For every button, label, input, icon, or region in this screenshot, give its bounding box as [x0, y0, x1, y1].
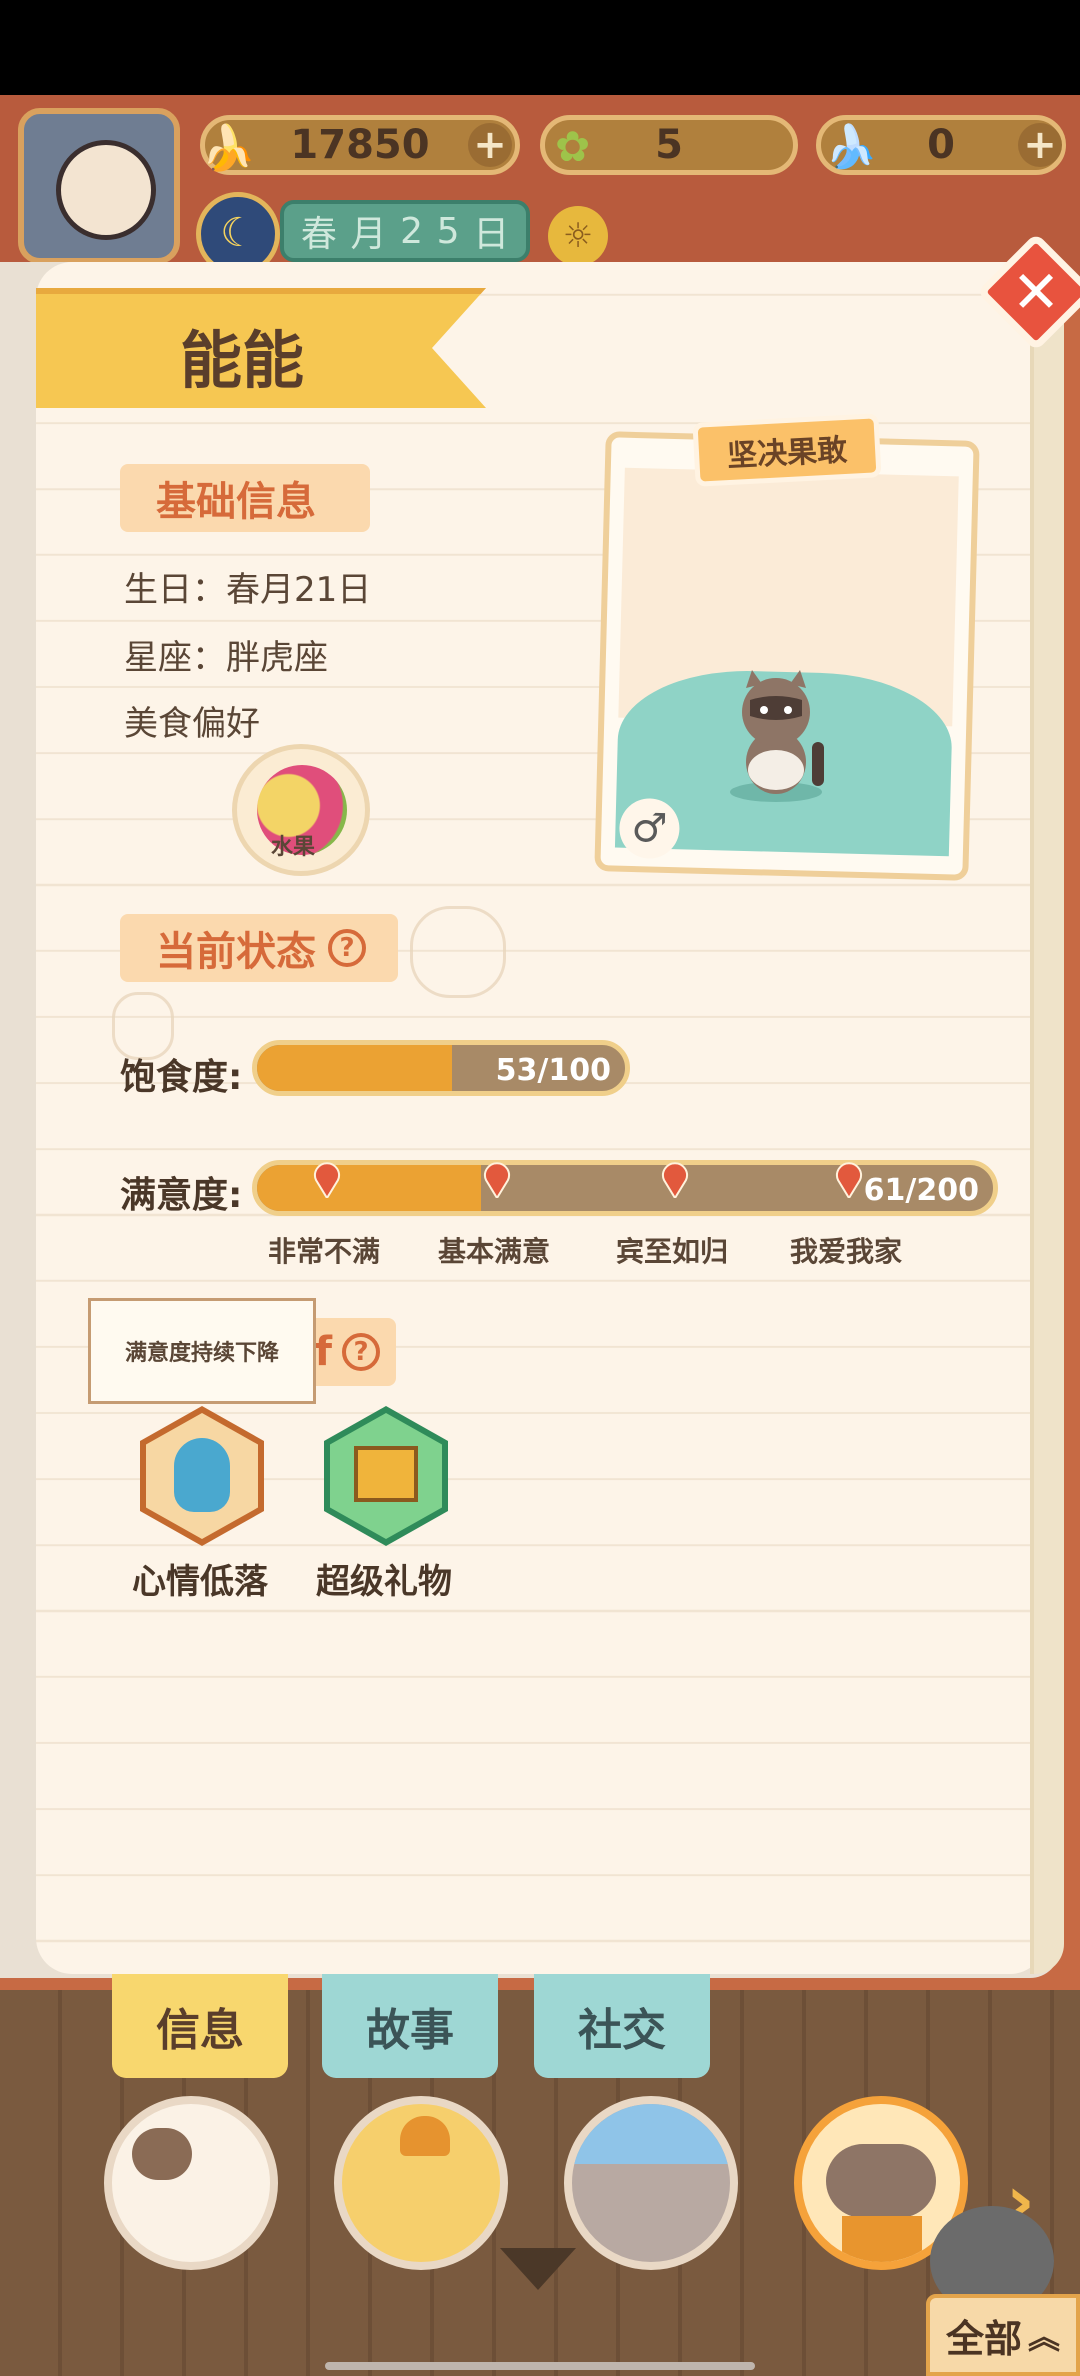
milestone-label: 我爱我家 — [790, 1235, 903, 1268]
double-chevron-up-icon: ︽ — [1028, 2318, 1061, 2356]
clover-icon: ✿ — [555, 122, 591, 171]
tab-story[interactable]: 故事 — [322, 1974, 498, 2078]
raccoon-character-icon — [730, 670, 824, 802]
date-season: 春 — [300, 214, 337, 255]
buff-label-super-gift: 超级礼物 — [316, 1562, 452, 1602]
tab-social[interactable]: 社交 — [534, 1974, 710, 2078]
bunny-icon — [132, 2128, 192, 2180]
character-card: ♂ — [594, 431, 980, 881]
food-pref-label: 美食偏好 — [124, 704, 260, 744]
all-filter-label: 全部 — [945, 2316, 1022, 2361]
character-slot-bug[interactable] — [564, 2096, 738, 2270]
satiety-fill — [257, 1045, 453, 1091]
weather-sun-icon: ☼ — [548, 206, 608, 266]
personality-tag: 坚决果敢 — [692, 413, 882, 487]
milestone-pin-icon — [662, 1162, 688, 1198]
milestone-label: 基本满意 — [438, 1235, 551, 1268]
status-header: 当前状态 ? — [120, 914, 398, 982]
date-digit-1: 2 — [400, 210, 423, 252]
clover-count: 5 — [655, 122, 683, 168]
buff-tooltip: 满意度持续下降 — [88, 1298, 316, 1404]
basic-info-title: 基础信息 — [156, 479, 316, 525]
home-indicator[interactable] — [325, 2362, 755, 2370]
date-day: 日 — [473, 214, 510, 255]
date-digit-2: 5 — [436, 210, 460, 252]
dog-hat-icon — [400, 2116, 450, 2156]
satiety-bar: 53/100 — [252, 1040, 630, 1096]
satiety-label: 饱食度: — [120, 1057, 243, 1098]
tab-info[interactable]: 信息 — [112, 1974, 288, 2078]
raccoon-shirt-icon — [842, 2216, 922, 2262]
character-slot-bunny[interactable] — [104, 2096, 278, 2270]
birthday-text: 生日：春月21日 — [124, 570, 372, 610]
raccoon-icon — [826, 2144, 936, 2218]
food-label: 水果 — [271, 835, 316, 860]
buff-help-icon[interactable]: ? — [342, 1333, 380, 1371]
board-edge — [1030, 262, 1064, 1974]
milestone-pin-icon — [314, 1162, 340, 1198]
add-banana-button[interactable]: + — [468, 123, 512, 167]
food-badge[interactable]: 水果 — [232, 744, 370, 876]
add-blue-banana-button[interactable]: + — [1018, 123, 1062, 167]
blue-banana-icon: 🍌 — [825, 122, 878, 171]
milestone-label: 非常不满 — [268, 1235, 381, 1268]
tab-story-label: 故事 — [366, 2005, 454, 2056]
satisfaction-fill — [257, 1165, 482, 1211]
gift-icon — [354, 1446, 418, 1502]
decor-animal-icon — [410, 906, 506, 998]
character-name: 能能 — [180, 324, 305, 397]
game-date: 春 月 2 5 日 — [280, 200, 530, 262]
status-help-icon[interactable]: ? — [328, 929, 366, 967]
bug-bg-icon — [572, 2104, 730, 2164]
satiety-value: 53/100 — [495, 1053, 611, 1088]
milestone-label: 宾至如归 — [616, 1235, 729, 1268]
system-status-bar — [0, 0, 1080, 95]
banana-icon: 🍌 — [201, 123, 256, 174]
tab-info-label: 信息 — [156, 2005, 244, 2056]
character-slot-dog[interactable] — [334, 2096, 508, 2270]
blue-banana-count: 0 — [927, 122, 955, 168]
status-title: 当前状态 — [156, 929, 316, 975]
satisfaction-bar: 61/200 — [252, 1160, 998, 1216]
sad-face-icon — [174, 1438, 230, 1512]
avatar-face-icon — [56, 140, 156, 240]
satisfaction-label: 满意度: — [120, 1175, 243, 1216]
milestone-pin-icon — [836, 1162, 862, 1198]
clover-currency: ✿ 5 — [540, 115, 798, 175]
satisfaction-value: 61/200 — [863, 1173, 979, 1208]
player-avatar[interactable] — [18, 108, 180, 264]
milestone-pin-icon — [484, 1162, 510, 1198]
buff-label-low-mood: 心情低落 — [132, 1562, 268, 1602]
tab-social-label: 社交 — [578, 2005, 666, 2056]
basic-info-header: 基础信息 — [120, 464, 370, 532]
gender-icon: ♂ — [618, 797, 681, 860]
all-filter-button[interactable]: 全部 ︽ — [926, 2294, 1080, 2376]
tooltip-text: 满意度持续下降 — [124, 1341, 279, 1366]
buff-title: f — [314, 1329, 332, 1375]
close-icon[interactable]: ✕ — [994, 250, 1078, 334]
banana-count: 17850 — [290, 122, 430, 168]
date-month: 月 — [350, 214, 387, 255]
collapse-arrow-icon[interactable] — [500, 2248, 576, 2290]
zodiac-text: 星座：胖虎座 — [124, 638, 328, 678]
